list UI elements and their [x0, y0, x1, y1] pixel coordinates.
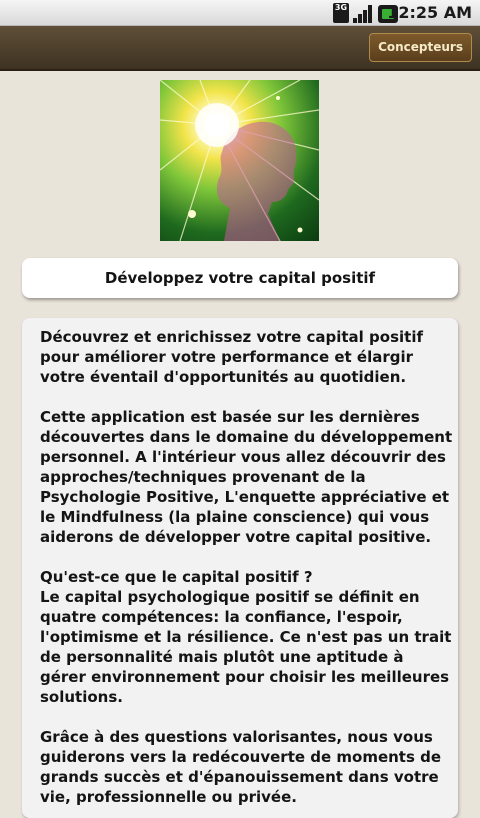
- text-line: grands succès et d'épanouissement dans v…: [40, 768, 439, 786]
- text-line: Le capital psychologique positif se défi…: [40, 588, 420, 606]
- text-line: Psychologie Positive, L'enquette appréci…: [40, 488, 450, 506]
- glowing-head-icon: [160, 80, 319, 241]
- signal-strength-icon: [352, 3, 373, 23]
- description-panel: Découvrez et enrichissez votre capital p…: [22, 318, 458, 818]
- paragraph: Découvrez et enrichissez votre capital p…: [40, 327, 442, 387]
- text-line: l'optimisme et la résilience. Ce n'est p…: [40, 628, 452, 646]
- app-title-bar: Concepteurs: [0, 26, 480, 71]
- text-line: solutions.: [40, 688, 123, 706]
- status-bar: 3G 12:25 AM: [0, 0, 480, 26]
- text-line: Grâce à des questions valorisantes, nous…: [40, 728, 433, 746]
- subtitle-text: Développez votre capital positif: [104, 269, 376, 287]
- text-line: guiderons vers la redécouverte de moment…: [40, 748, 442, 766]
- status-clock: 12:25 AM: [387, 3, 472, 22]
- text-line: de personnalité mais plutôt une aptitude…: [40, 648, 404, 666]
- text-line: aiderons de développer votre capital pos…: [40, 528, 432, 546]
- paragraph: Qu'est-ce que le capital positif ? Le ca…: [40, 567, 452, 707]
- subtitle-card: Développez votre capital positif: [22, 258, 458, 298]
- paragraph: Cette application est basée sur les dern…: [40, 407, 453, 547]
- text-line: découvertes dans le domaine du développe…: [40, 428, 453, 446]
- text-line: Découvrez et enrichissez votre capital p…: [40, 328, 423, 346]
- text-line: personnel. A l'intérieur vous allez déco…: [40, 448, 446, 466]
- text-line: gérer environnement pour choisir les mei…: [40, 668, 450, 686]
- text-line: Qu'est-ce que le capital positif ?: [40, 568, 313, 586]
- text-line: quatre compétences: la confiance, l'espo…: [40, 608, 403, 626]
- text-line: votre éventail d'opportunités au quotidi…: [40, 368, 407, 386]
- text-line: approches/techniques provenant de la: [40, 468, 366, 486]
- designers-button[interactable]: Concepteurs: [369, 33, 472, 62]
- text-line: Cette application est basée sur les dern…: [40, 408, 420, 426]
- text-line: pour améliorer votre performance et élar…: [40, 348, 414, 366]
- text-line: le Mindfulness (la plaine conscience) qu…: [40, 508, 430, 526]
- text-line: vie, professionnelle ou privée.: [40, 788, 297, 806]
- paragraph: Grâce à des questions valorisantes, nous…: [40, 727, 442, 807]
- hero-image: [160, 80, 319, 241]
- network-type-icon: 3G: [333, 3, 349, 23]
